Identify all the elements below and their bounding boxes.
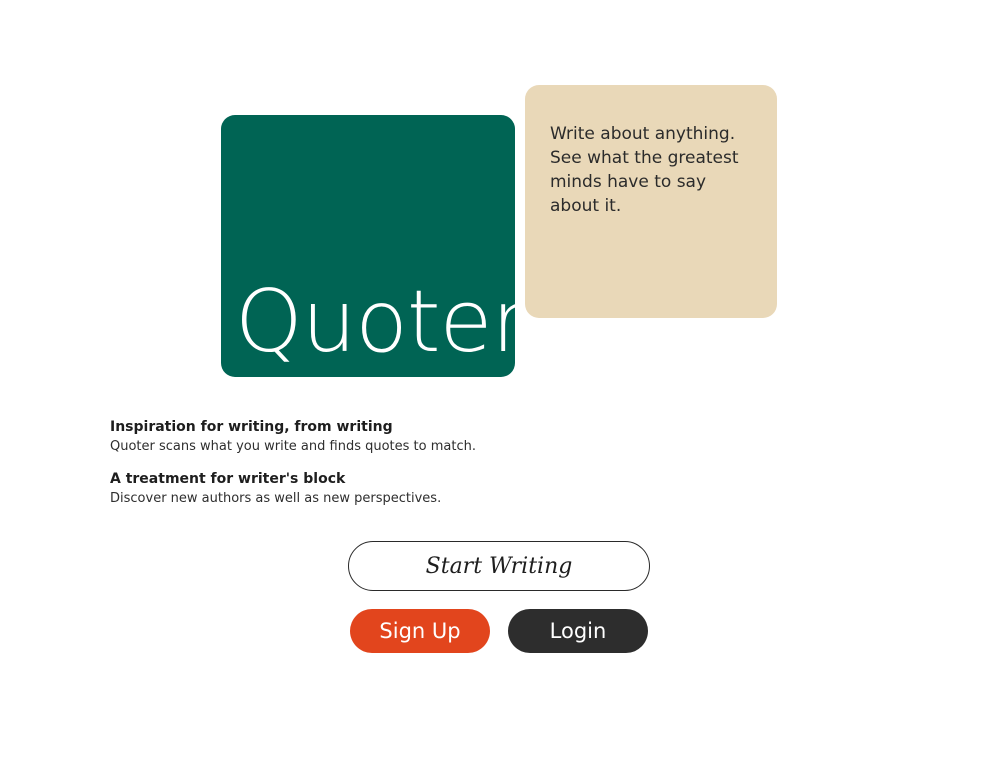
tagline-card: Write about anything. See what the great… — [525, 85, 777, 318]
feature-item: Inspiration for writing, from writing Qu… — [110, 418, 710, 456]
logo-card: Quoter — [221, 115, 515, 377]
feature-item: A treatment for writer's block Discover … — [110, 470, 710, 508]
feature-title: A treatment for writer's block — [110, 471, 346, 487]
start-writing-button[interactable]: Start Writing — [348, 541, 650, 591]
feature-description: Quoter scans what you write and finds qu… — [110, 439, 476, 454]
tagline-text: Write about anything. See what the great… — [550, 124, 739, 216]
feature-description: Discover new authors as well as new pers… — [110, 491, 442, 506]
sign-up-button[interactable]: Sign Up — [350, 609, 490, 653]
logo: Quoter — [235, 272, 515, 372]
feature-title: Inspiration for writing, from writing — [110, 419, 393, 435]
feature-list: Inspiration for writing, from writing Qu… — [110, 418, 710, 522]
login-button[interactable]: Login — [508, 609, 648, 653]
